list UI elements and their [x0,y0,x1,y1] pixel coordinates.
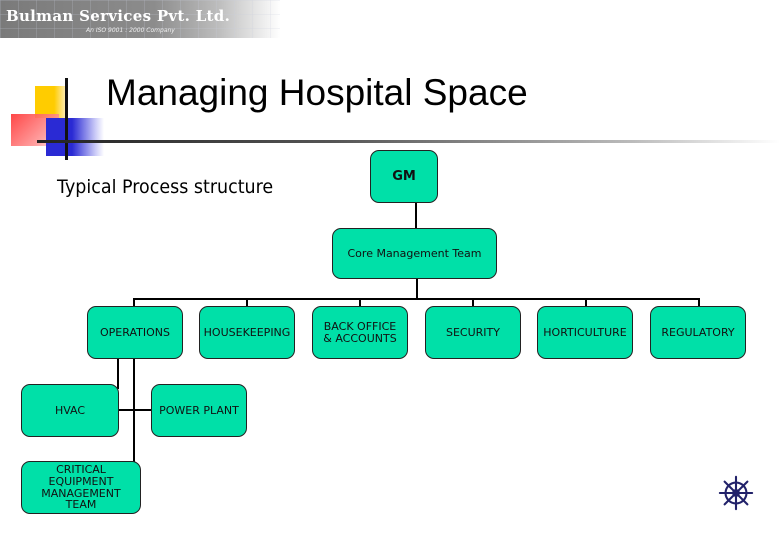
org-node-critical-equipment[interactable]: CRITICAL EQUIPMENT MANAGEMENT TEAM [21,461,141,514]
org-node-core-team[interactable]: Core Management Team [332,228,497,279]
slide-title: Managing Hospital Space [106,72,528,113]
org-node-label: REGULATORY [661,325,735,339]
connector-core-bus [416,278,418,299]
decor-vertical-line [65,78,68,160]
org-node-label: GM [392,168,416,184]
org-node-label: HVAC [54,403,86,417]
org-node-back-office[interactable]: BACK OFFICE & ACCOUNTS [312,306,408,359]
org-node-label: Core Management Team [347,246,482,260]
org-node-hvac[interactable]: HVAC [21,384,119,437]
org-node-security[interactable]: SECURITY [425,306,521,359]
org-node-label: HORTICULTURE [543,325,627,339]
org-node-label: CRITICAL EQUIPMENT MANAGEMENT TEAM [41,463,121,512]
org-node-housekeeping[interactable]: HOUSEKEEPING [199,306,295,359]
company-banner: Bulman Services Pvt. Ltd. An ISO 9001 : … [0,0,280,38]
org-node-label: SECURITY [446,325,500,339]
connector-department-bus [133,298,700,300]
ship-wheel-icon [718,475,754,511]
connector-hvac-powerplant [118,409,152,411]
org-node-label: BACK OFFICE & ACCOUNTS [323,319,397,345]
company-name: Bulman Services Pvt. Ltd. [6,7,231,25]
org-node-label: OPERATIONS [100,325,170,339]
org-node-label: POWER PLANT [159,403,239,417]
org-node-operations[interactable]: OPERATIONS [87,306,183,359]
org-node-regulatory[interactable]: REGULATORY [650,306,746,359]
company-tagline: An ISO 9001 : 2000 Company [86,27,175,34]
slide-subtitle: Typical Process structure [57,176,274,198]
org-node-gm[interactable]: GM [370,150,438,203]
connector-ops-hvac [117,357,119,389]
org-node-power-plant[interactable]: POWER PLANT [151,384,247,437]
title-underline [37,140,780,143]
decor-blue-square [46,118,104,156]
org-node-label: HOUSEKEEPING [203,325,291,339]
org-node-horticulture[interactable]: HORTICULTURE [537,306,633,359]
